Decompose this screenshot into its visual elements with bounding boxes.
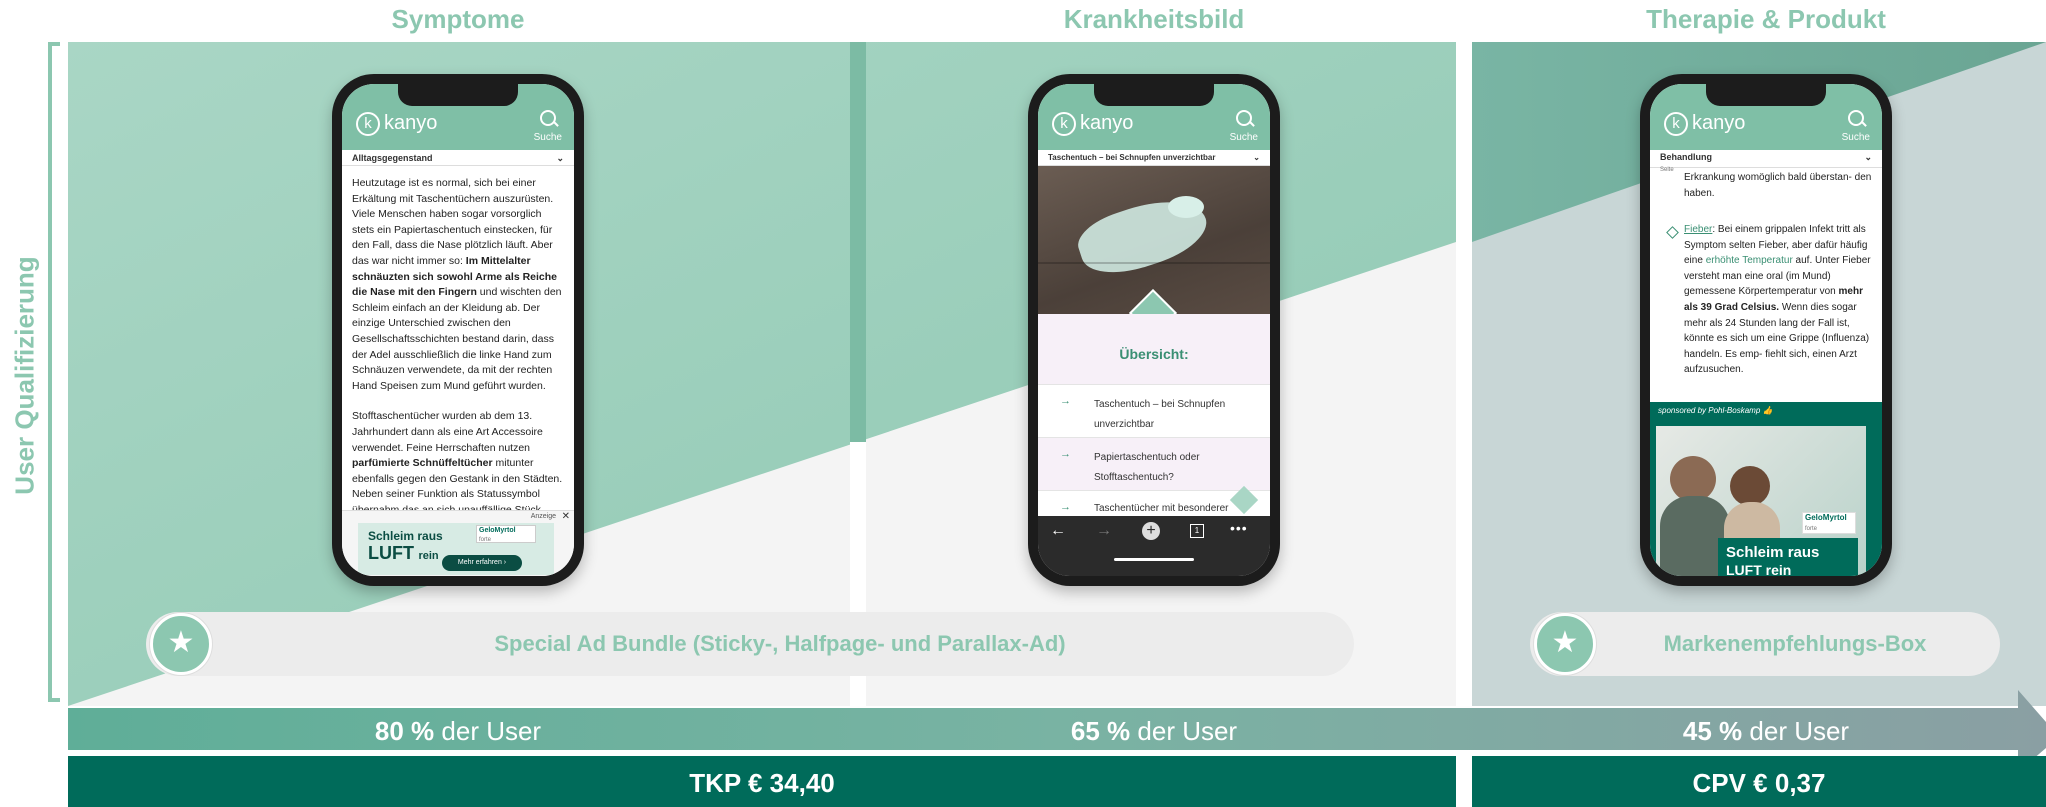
ad-brand-pack: GeloMyrtol forte <box>476 525 536 543</box>
user-share-symptoms: 80 % der User <box>374 716 542 746</box>
article-text: Erkrankung womöglich bald überstan- den … <box>1684 172 1872 199</box>
section-dropdown-label: Taschentuch – bei Schnupfen unverzichtba… <box>1048 153 1216 162</box>
section-dropdown[interactable]: Behandlung Seite ⌄ <box>1650 150 1882 173</box>
brand-box-label: Markenempfehlungs-Box <box>1663 631 1927 656</box>
star-icon: ★ <box>1534 613 1596 675</box>
column-title-symptoms: Symptome <box>391 4 525 34</box>
fever-link[interactable]: Fieber <box>1684 224 1712 235</box>
phone-notch <box>1706 84 1826 106</box>
search-icon[interactable] <box>1848 110 1864 126</box>
ad-headline-1: Schleim raus <box>368 529 443 543</box>
phone-mockup-therapy-product: k kanyo Suche Behandlung Seite ⌄ Erkrank… <box>1640 74 1892 586</box>
list-item[interactable]: → Papiertaschentuch oder Stofftaschentuc… <box>1038 437 1270 490</box>
forward-icon[interactable]: → <box>1096 522 1112 540</box>
search-label[interactable]: Suche <box>1842 132 1870 143</box>
brand-box-pill: ★ Markenempfehlungs-Box <box>1530 612 2000 676</box>
back-icon[interactable]: ← <box>1050 522 1066 540</box>
section-dropdown[interactable]: Alltagsgegenstand ⌄ <box>342 150 574 166</box>
fever-paragraph: Fieber: Bei einem grippalen Infekt tritt… <box>1684 224 1871 376</box>
more-icon[interactable]: ••• <box>1230 520 1248 536</box>
phone-screen: k kanyo Suche Behandlung Seite ⌄ Erkrank… <box>1650 84 1882 576</box>
kanyo-logo-text: kanyo <box>384 112 438 134</box>
ad-headline-2: LUFT rein <box>1726 562 1792 576</box>
chevron-down-icon: ⌄ <box>556 153 564 163</box>
section-dropdown-label: Alltagsgegenstand <box>352 153 433 163</box>
section-dropdown[interactable]: Taschentuch – bei Schnupfen unverzichtba… <box>1038 150 1270 166</box>
ad-label: Anzeige <box>530 513 556 520</box>
list-item[interactable]: → Taschentuch – bei Schnupfen unverzicht… <box>1038 384 1270 437</box>
ad-brand-pack: GeloMyrtol forte <box>1802 512 1856 534</box>
arrow-right-icon: → <box>1060 448 1071 460</box>
phone-mockup-symptoms: k kanyo Suche Alltagsgegenstand ⌄ Heutzu… <box>332 74 584 586</box>
search-label[interactable]: Suche <box>534 132 562 143</box>
ad-headline-2b: rein <box>418 550 439 562</box>
phone-notch <box>398 84 518 106</box>
special-ad-bundle-label: Special Ad Bundle (Sticky-, Halfpage- un… <box>494 631 1066 656</box>
phone-screen: k kanyo Suche Taschentuch – bei Schnupfe… <box>1038 84 1270 576</box>
section-dropdown-label: Behandlung <box>1660 152 1712 162</box>
column-title-clinical-picture: Krankheitsbild <box>1063 4 1245 34</box>
chevron-down-icon: ⌄ <box>1864 152 1872 162</box>
arrow-right-icon: → <box>1060 395 1071 407</box>
user-share-clinical-picture: 65 % der User <box>1070 716 1238 746</box>
new-tab-icon[interactable]: + <box>1142 522 1160 540</box>
qualification-bracket <box>48 42 60 702</box>
star-icon: ★ <box>150 613 212 675</box>
browser-toolbar: ← → + 1 ••• <box>1038 516 1270 576</box>
chevron-down-icon: ⌄ <box>1253 153 1260 162</box>
brand-recommendation-box[interactable]: sponsored by Pohl-Boskamp 👍 GeloMyrtol fo… <box>1650 402 1882 576</box>
ad-headline-1: Schleim raus <box>1726 544 1820 561</box>
ad-cta-button[interactable]: Mehr erfahren › <box>442 555 522 571</box>
sponsor-label: sponsored by Pohl-Boskamp 👍 <box>1658 406 1773 415</box>
home-indicator <box>1114 558 1194 561</box>
user-share-therapy-product: 45 % der User <box>1682 716 1850 746</box>
tabs-icon[interactable]: 1 <box>1190 524 1204 538</box>
ad-close-icon[interactable]: ✕ <box>562 511 570 522</box>
user-qualification-label: User Qualifizierung <box>9 256 40 495</box>
elevated-temperature-link[interactable]: erhöhte Temperatur <box>1706 255 1793 266</box>
kanyo-logo-icon: k <box>356 112 380 136</box>
kanyo-logo-text: kanyo <box>1692 112 1746 134</box>
kanyo-logo-text: kanyo <box>1080 112 1134 134</box>
phone-screen: k kanyo Suche Alltagsgegenstand ⌄ Heutzu… <box>342 84 574 576</box>
section-dropdown-sub: Seite <box>1660 167 1674 173</box>
article-text: Heutzutage ist es normal, sich bei einer… <box>352 177 563 516</box>
thumbs-up-icon: 👍 <box>1762 406 1773 415</box>
special-ad-bundle-pill: ★ Special Ad Bundle (Sticky-, Halfpage- … <box>146 612 1354 676</box>
ad-image: GeloMyrtol forte Schleim raus LUFT rein <box>1656 426 1866 576</box>
overview-list: → Taschentuch – bei Schnupfen unverzicht… <box>1038 384 1270 535</box>
tkp-price: TKP € 34,40 <box>689 768 835 798</box>
cpv-price: CPV € 0,37 <box>1692 768 1826 798</box>
overview-title: Übersicht: <box>1119 346 1189 362</box>
arrow-right-icon: → <box>1060 501 1071 513</box>
phone-mockup-clinical-picture: k kanyo Suche Taschentuch – bei Schnupfe… <box>1028 74 1280 586</box>
search-icon[interactable] <box>540 110 556 126</box>
kanyo-logo-icon: k <box>1052 112 1076 136</box>
bullet-diamond-icon <box>1666 226 1679 239</box>
search-label[interactable]: Suche <box>1230 132 1258 143</box>
search-icon[interactable] <box>1236 110 1252 126</box>
ad-headline-2a: LUFT <box>368 543 414 563</box>
sticky-ad[interactable]: Anzeige ✕ Schleim raus LUFT rein GeloMyr… <box>342 510 574 576</box>
kanyo-logo-icon: k <box>1664 112 1688 136</box>
column-title-therapy-product: Therapie & Produkt <box>1646 4 1886 34</box>
phone-notch <box>1094 84 1214 106</box>
